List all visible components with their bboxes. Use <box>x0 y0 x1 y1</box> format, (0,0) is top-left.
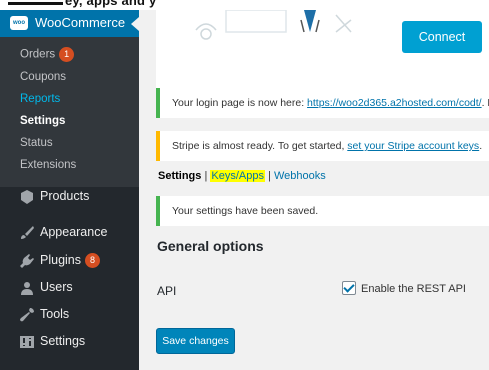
notice-text: Your login page is now here: <box>172 97 308 109</box>
stripe-keys-link[interactable]: set your Stripe account keys <box>347 140 479 152</box>
sidebar-item-settings[interactable]: Settings <box>0 328 139 356</box>
api-field-label: API <box>157 284 177 298</box>
sidebar-item-appearance[interactable]: Appearance <box>0 219 139 247</box>
sidebar-item-label: Tools <box>40 307 70 321</box>
connect-card: Connect <box>156 0 489 88</box>
main-content: Connect Your login page is now here: htt… <box>139 0 489 370</box>
plugin-icon <box>19 253 35 269</box>
sidebar-item-woocommerce[interactable]: woo WooCommerce <box>0 10 139 37</box>
submenu-item-extensions[interactable]: Extensions <box>20 159 76 171</box>
save-changes-button[interactable]: Save changes <box>156 328 235 354</box>
enable-rest-api-checkbox[interactable] <box>342 281 356 295</box>
settings-icon <box>19 334 35 350</box>
subnav-settings[interactable]: Settings <box>158 170 201 182</box>
notice-tail: . B <box>481 97 489 109</box>
plugins-label-text: Plugins <box>40 253 81 267</box>
sidebar-item-label: Settings <box>40 334 86 348</box>
settings-saved-notice: Your settings have been saved. <box>156 196 489 226</box>
login-url-link[interactable]: https://woo2d365.a2hosted.com/codt/ <box>307 97 482 109</box>
subnav-separator: | <box>264 170 274 182</box>
wrench-icon <box>19 307 35 323</box>
sidebar-item-label: Products <box>40 189 90 203</box>
sidebar-item-plugins[interactable]: Plugins 8 <box>0 247 139 275</box>
section-title: General options <box>157 238 264 254</box>
paintbrush-icon <box>19 225 35 241</box>
woocommerce-submenu: Orders 1 Coupons Reports Settings Status … <box>0 37 139 187</box>
sidebar-item-products[interactable]: Products <box>0 183 139 211</box>
products-icon <box>19 189 35 205</box>
sidebar-item-tools[interactable]: Tools <box>0 301 139 329</box>
submenu-item-coupons[interactable]: Coupons <box>20 71 66 83</box>
subnav-webhooks[interactable]: Webhooks <box>274 170 326 182</box>
submenu-item-settings[interactable]: Settings <box>20 115 65 127</box>
sidebar-item-users[interactable]: Users <box>0 274 139 302</box>
notice-tail: . <box>479 140 483 152</box>
submenu-item-orders[interactable]: Orders 1 <box>20 47 75 62</box>
connect-button[interactable]: Connect <box>402 21 482 53</box>
login-url-notice: Your login page is now here: https://woo… <box>156 88 489 118</box>
underline-mark <box>8 2 63 5</box>
sidebar-item-label: Users <box>40 280 73 294</box>
stripe-notice: Stripe is almost ready. To get started, … <box>156 131 489 161</box>
submenu-item-reports[interactable]: Reports <box>20 93 60 105</box>
subnav-keys-apps[interactable]: Keys/Apps <box>210 170 265 182</box>
plugins-update-badge: 8 <box>85 253 100 269</box>
current-menu-arrow-icon <box>131 17 139 31</box>
notice-text: Stripe is almost ready. To get started, <box>172 140 348 152</box>
settings-subnav: Settings | Keys/Apps | Webhooks <box>158 170 326 182</box>
submenu-item-status[interactable]: Status <box>20 137 53 149</box>
admin-sidebar: woo WooCommerce Orders 1 Coupons Reports … <box>0 10 139 370</box>
orders-count-badge: 1 <box>59 47 75 62</box>
users-icon <box>19 280 35 296</box>
sidebar-item-label: WooCommerce <box>35 15 126 30</box>
sidebar-item-label: Appearance <box>40 225 108 239</box>
submenu-item-label: Orders <box>20 48 56 61</box>
sidebar-item-label: Plugins 8 <box>40 253 100 269</box>
woocommerce-logo-icon: woo <box>10 16 28 30</box>
connect-illustration-icon <box>195 10 352 40</box>
enable-rest-api-label[interactable]: Enable the REST API <box>361 283 466 295</box>
notice-text: Your settings have been saved. <box>172 205 319 217</box>
